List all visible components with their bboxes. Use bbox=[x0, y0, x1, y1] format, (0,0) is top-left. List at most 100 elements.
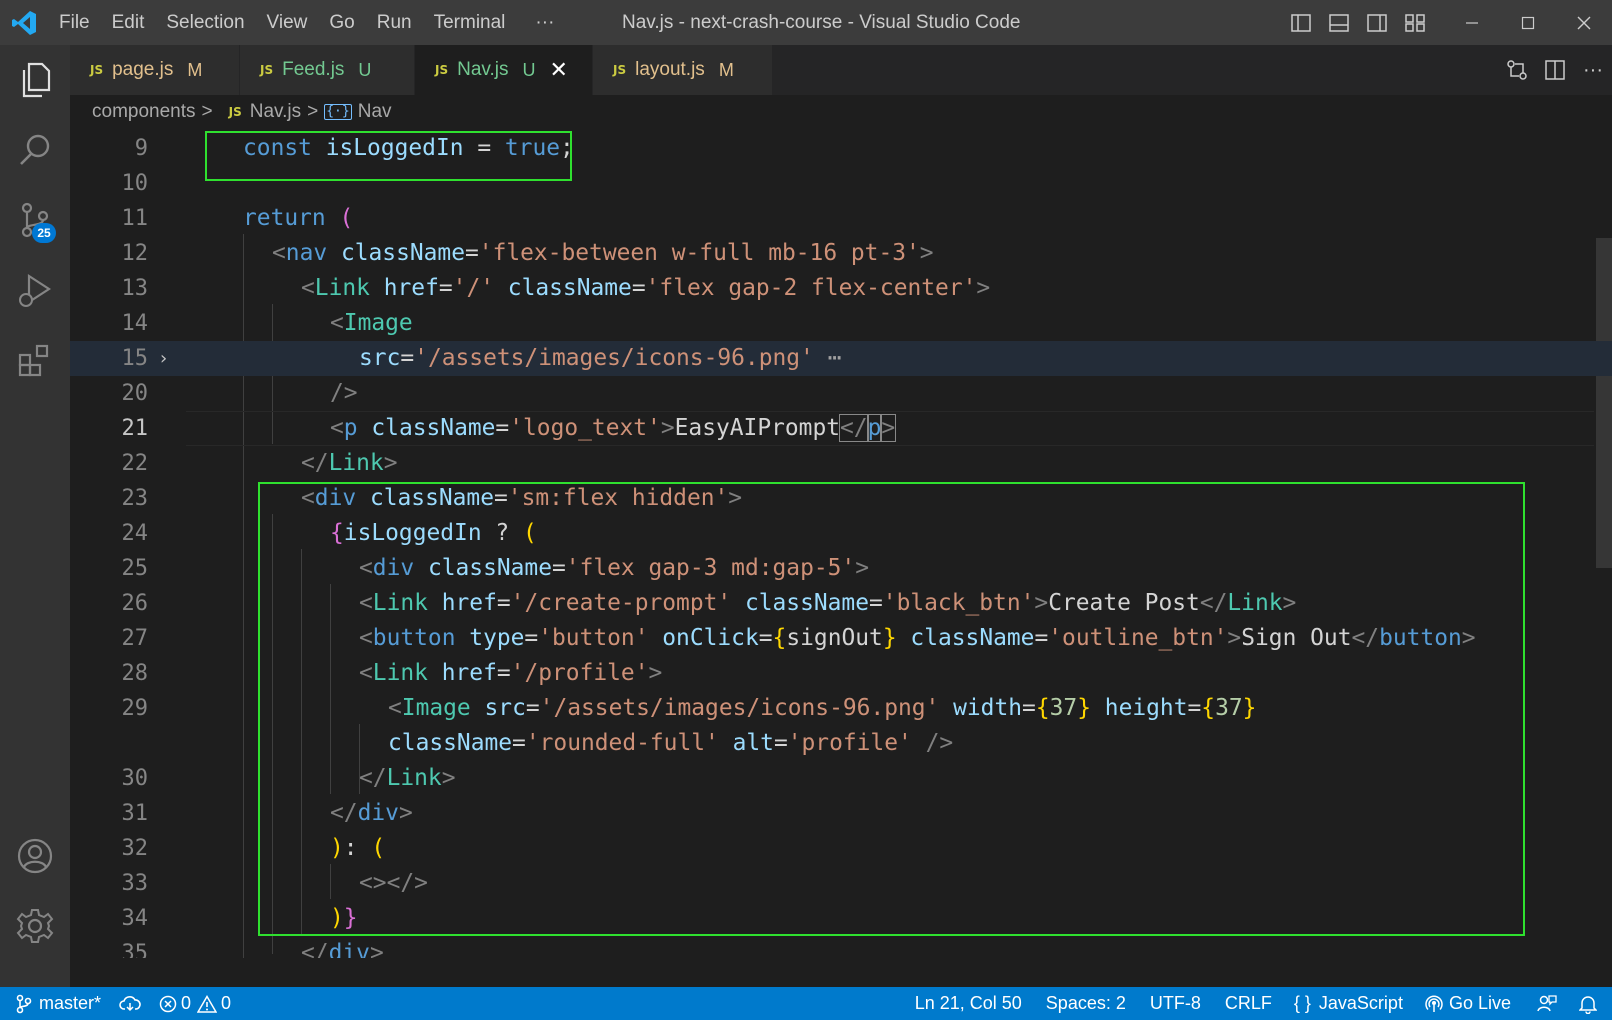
maximize-icon[interactable] bbox=[1500, 0, 1556, 45]
accounts-icon[interactable] bbox=[0, 821, 70, 891]
close-icon[interactable]: ✕ bbox=[550, 57, 568, 83]
menu-item[interactable]: Run bbox=[366, 0, 423, 45]
sync-icon[interactable] bbox=[110, 987, 150, 1020]
code-token: Link bbox=[386, 765, 442, 791]
tab-feed-js[interactable]: JS Feed.js U bbox=[240, 45, 415, 95]
code-line[interactable]: 15 › src='/assets/images/icons-96.png' ⋯ bbox=[70, 341, 1612, 376]
menu-item[interactable]: Terminal bbox=[423, 0, 517, 45]
line-number: 24 bbox=[121, 521, 149, 546]
code-line[interactable]: 31 </div> bbox=[70, 796, 1612, 831]
code-editor[interactable]: 9 const isLoggedIn = true; 10 11 return (12 <… bbox=[70, 129, 1612, 958]
line-number: 31 bbox=[121, 801, 149, 826]
code-line[interactable]: 24 {isLoggedIn ? ( bbox=[70, 516, 1612, 551]
line-number: 30 bbox=[121, 766, 149, 791]
code-token: </ bbox=[839, 414, 869, 442]
menu-item[interactable]: Go bbox=[318, 0, 365, 45]
code-line[interactable]: 13 <Link href='/' className='flex gap-2 f… bbox=[70, 271, 1612, 306]
code-token: ; bbox=[560, 135, 574, 161]
code-token: <></> bbox=[359, 870, 428, 896]
code-line[interactable]: 25 <div className='flex gap-3 md:gap-5'> bbox=[70, 551, 1612, 586]
tab-nav-js[interactable]: JS Nav.js U ✕ bbox=[415, 45, 593, 95]
code-line[interactable]: 34)} bbox=[70, 901, 1612, 936]
code-text: src='/assets/images/icons-96.png' ⋯ bbox=[359, 341, 841, 376]
end-of-line[interactable]: CRLF bbox=[1216, 987, 1281, 1020]
menu-item[interactable]: View bbox=[256, 0, 319, 45]
code-token: 'black_btn' bbox=[882, 590, 1035, 616]
code-line[interactable]: 29 <Image src='/assets/images/icons-96.pn… bbox=[70, 691, 1612, 726]
code-line[interactable]: 26 <Link href='/create-prompt' className=… bbox=[70, 586, 1612, 621]
notifications-bell-icon[interactable] bbox=[1570, 987, 1606, 1020]
menu-item[interactable]: File bbox=[48, 0, 101, 45]
code-line[interactable]: 12 <nav className='flex-between w-full mb… bbox=[70, 236, 1612, 271]
code-token: 'rounded-full' bbox=[525, 730, 733, 756]
code-line[interactable]: 30 </Link> bbox=[70, 761, 1612, 796]
code-token: 'flex gap-3 md:gap-5' bbox=[565, 555, 856, 581]
language-mode[interactable]: { } JavaScript bbox=[1285, 987, 1412, 1020]
code-token: = bbox=[1022, 695, 1036, 721]
feedback-icon[interactable] bbox=[1528, 987, 1566, 1020]
code-line[interactable]: 11 return ( bbox=[70, 201, 1612, 236]
settings-gear-icon[interactable] bbox=[0, 891, 70, 961]
source-control-icon[interactable]: 25 bbox=[0, 185, 70, 255]
toggle-secondary-sidebar-icon[interactable] bbox=[1358, 0, 1396, 45]
code-token: height bbox=[1104, 695, 1188, 721]
line-number: 13 bbox=[121, 276, 149, 301]
code-line[interactable]: 28 <Link href='/profile'> bbox=[70, 656, 1612, 691]
line-number: 28 bbox=[121, 661, 149, 686]
breadcrumb-file[interactable]: Nav.js bbox=[250, 101, 301, 123]
fold-chevron-right-icon[interactable]: › bbox=[160, 341, 167, 376]
code-line[interactable]: 27 <button type='button' onClick={signOut… bbox=[70, 621, 1612, 656]
menu-more-icon[interactable]: ··· bbox=[524, 0, 565, 45]
code-line[interactable]: 35 </div> bbox=[70, 936, 1612, 958]
search-icon[interactable] bbox=[0, 115, 70, 185]
code-line[interactable]: 10 bbox=[70, 166, 1612, 201]
code-line[interactable]: 32): ( bbox=[70, 831, 1612, 866]
code-line[interactable]: 20 /> bbox=[70, 376, 1612, 411]
close-window-icon[interactable] bbox=[1556, 0, 1612, 45]
cursor-position[interactable]: Ln 21, Col 50 bbox=[906, 987, 1031, 1020]
code-line[interactable]: 9 const isLoggedIn = true; bbox=[70, 131, 1612, 166]
extensions-icon[interactable] bbox=[0, 325, 70, 395]
go-live-button[interactable]: Go Live bbox=[1416, 987, 1520, 1020]
code-line[interactable]: 21 <p className='logo_text'>EasyAIPrompt<… bbox=[70, 411, 1612, 446]
code-token: > bbox=[1227, 625, 1242, 651]
breadcrumb-symbol[interactable]: Nav bbox=[358, 101, 392, 123]
code-line[interactable]: 14 <Image bbox=[70, 306, 1612, 341]
more-actions-icon[interactable]: ··· bbox=[1574, 45, 1612, 95]
code-text: <p className='logo_text'>EasyAIPrompt</p… bbox=[330, 411, 897, 446]
open-changes-icon[interactable] bbox=[1498, 45, 1536, 95]
customize-layout-icon[interactable] bbox=[1396, 0, 1434, 45]
code-token: = bbox=[869, 590, 883, 616]
code-token: 'outline_btn' bbox=[1048, 625, 1228, 651]
code-token: width bbox=[953, 695, 1023, 721]
explorer-icon[interactable] bbox=[0, 45, 70, 115]
minimize-icon[interactable] bbox=[1444, 0, 1500, 45]
run-debug-icon[interactable] bbox=[0, 255, 70, 325]
encoding[interactable]: UTF-8 bbox=[1141, 987, 1210, 1020]
problems-status[interactable]: 0 0 bbox=[150, 987, 240, 1020]
tab-layout-js[interactable]: JS layout.js M bbox=[593, 45, 773, 95]
code-token: < bbox=[359, 625, 373, 651]
code-line[interactable]: 22 </Link> bbox=[70, 446, 1612, 481]
line-number: 23 bbox=[121, 486, 149, 511]
branch-status[interactable]: master* bbox=[0, 987, 110, 1020]
split-editor-icon[interactable] bbox=[1536, 45, 1574, 95]
code-token: div bbox=[372, 555, 428, 581]
source-control-badge: 25 bbox=[32, 223, 56, 243]
toggle-panel-icon[interactable] bbox=[1320, 0, 1358, 45]
code-token: /> bbox=[925, 730, 954, 756]
menu-item[interactable]: Edit bbox=[101, 0, 156, 45]
tab-label: page.js bbox=[112, 59, 174, 80]
code-token: > bbox=[728, 485, 743, 511]
code-line[interactable]: 33 <></> bbox=[70, 866, 1612, 901]
code-token: ⋯ bbox=[813, 345, 842, 371]
indentation[interactable]: Spaces: 2 bbox=[1037, 987, 1135, 1020]
code-token: < bbox=[359, 660, 373, 686]
breadcrumb-folder[interactable]: components bbox=[92, 101, 196, 123]
tab-page-js[interactable]: JS page.js M bbox=[70, 45, 240, 95]
code-line[interactable]: 23 <div className='sm:flex hidden'> bbox=[70, 481, 1612, 516]
code-line[interactable]: className='rounded-full' alt='profile' /… bbox=[70, 726, 1612, 761]
menu-item[interactable]: Selection bbox=[155, 0, 255, 45]
braces-icon: { } bbox=[1293, 993, 1311, 1013]
toggle-primary-sidebar-icon[interactable] bbox=[1282, 0, 1320, 45]
